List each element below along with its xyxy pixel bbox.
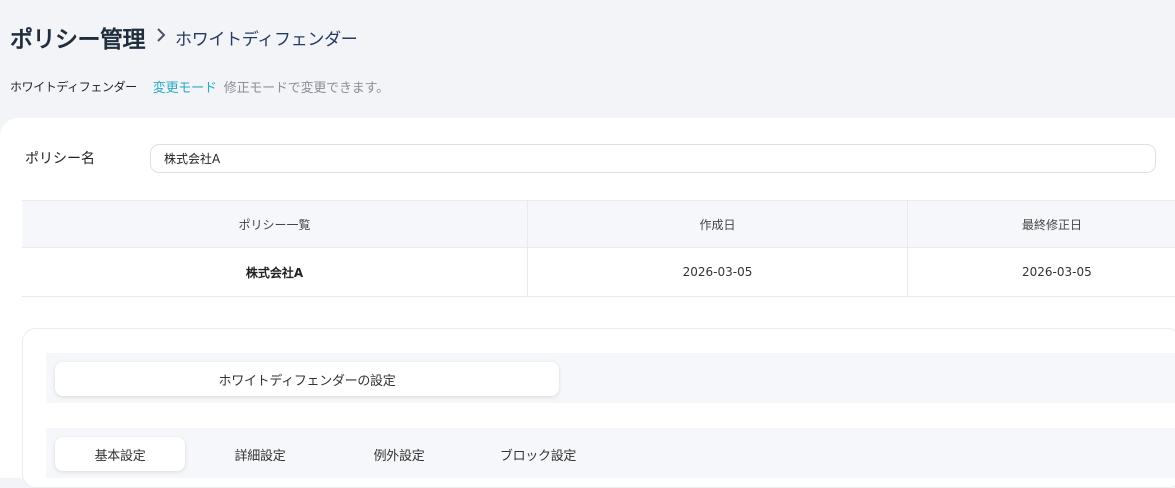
- tab-basic-settings[interactable]: 基本設定: [55, 437, 185, 471]
- mode-row: ホワイトディフェンダー 変更モード 修正モードで変更できます。: [10, 77, 389, 96]
- policy-name-input[interactable]: [150, 144, 1156, 173]
- mode-name: ホワイトディフェンダー: [10, 80, 137, 94]
- page-header: ポリシー管理 ホワイトディフェンダー ホワイトディフェンダー 変更モード 修正モ…: [0, 0, 1175, 118]
- column-header-last-modified: 最終修正日: [1022, 217, 1083, 232]
- table-row[interactable]: 株式会社A 2026-03-05 2026-03-05: [22, 248, 1175, 297]
- tab-block-settings[interactable]: ブロック設定: [473, 437, 603, 471]
- policy-name-cell: 株式会社A: [22, 248, 528, 296]
- table-header-row: ポリシー一覧 作成日 最終修正日: [22, 200, 1175, 248]
- tab-exception-settings[interactable]: 例外設定: [334, 437, 464, 471]
- tab-detail-settings[interactable]: 詳細設定: [195, 437, 325, 471]
- column-header-created-date: 作成日: [528, 201, 908, 247]
- mode-description: 修正モードで変更できます。: [223, 81, 389, 96]
- chevron-right-icon: [156, 27, 166, 47]
- policy-table: ポリシー一覧 作成日 最終修正日 株式会社A 2026-03-05 2026-0…: [22, 200, 1175, 297]
- page-title: ポリシー管理: [10, 27, 146, 53]
- last-modified-cell: 2026-03-05: [1022, 265, 1092, 279]
- column-header-policy-list: ポリシー一覧: [22, 201, 528, 247]
- breadcrumb-current[interactable]: ホワイトディフェンダー: [175, 25, 358, 50]
- created-date-cell: 2026-03-05: [528, 248, 908, 296]
- policy-name-label: ポリシー名: [25, 151, 95, 167]
- section-title-tab[interactable]: ホワイトディフェンダーの設定: [55, 362, 559, 396]
- edit-mode-link[interactable]: 変更モード: [153, 77, 217, 96]
- title-row: ポリシー管理 ホワイトディフェンダー: [10, 20, 358, 54]
